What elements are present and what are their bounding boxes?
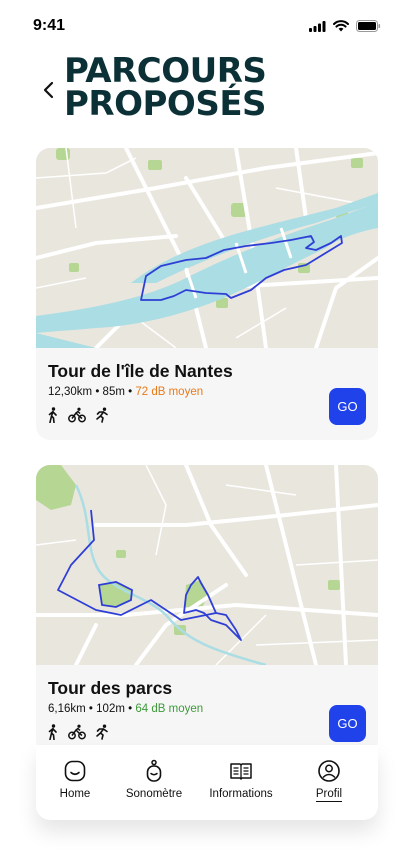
stat-separator: •: [128, 386, 133, 398]
signal-icon: [309, 20, 326, 32]
route-distance: 6,16km: [48, 703, 86, 715]
nav-item-sonometre[interactable]: Sonomètre: [114, 759, 194, 800]
route-map[interactable]: [36, 148, 378, 348]
route-noise: 72 dB moyen: [135, 386, 204, 398]
route-elevation: 102m: [96, 703, 125, 715]
status-bar: 9:41: [0, 0, 415, 52]
running-icon: [96, 407, 108, 423]
route-distance: 12,30km: [48, 386, 93, 398]
cycling-icon: [68, 724, 86, 740]
activity-list: [46, 724, 110, 740]
walking-icon: [48, 407, 57, 423]
nav-label: Home: [59, 788, 91, 800]
stat-separator: •: [88, 703, 93, 715]
route-elevation: 85m: [102, 386, 125, 398]
nav-item-home[interactable]: Home: [35, 759, 115, 800]
status-icons: [309, 20, 381, 32]
bottom-nav: Home Sonomètre Informations Profil: [36, 745, 378, 820]
route-noise: 64 dB moyen: [135, 703, 204, 715]
route-name: Tour des parcs: [48, 678, 173, 698]
battery-icon: [356, 20, 381, 32]
back-arrow-icon[interactable]: [40, 78, 60, 102]
running-icon: [96, 724, 108, 740]
route-map[interactable]: [36, 465, 378, 665]
route-card[interactable]: Tour des parcs 6,16km • 102m • 64 dB moy…: [36, 465, 378, 755]
route-name: Tour de l'île de Nantes: [48, 361, 233, 381]
route-stats: 6,16km • 102m • 64 dB moyen: [48, 703, 203, 715]
activity-list: [46, 407, 110, 423]
nav-label: Informations: [209, 788, 273, 800]
stat-separator: •: [95, 386, 100, 398]
stat-separator: •: [128, 703, 133, 715]
route-card[interactable]: Tour de l'île de Nantes 12,30km • 85m • …: [36, 148, 378, 440]
nav-label: Profil: [315, 788, 343, 802]
go-button[interactable]: GO: [329, 705, 366, 742]
cycling-icon: [68, 407, 86, 423]
home-icon: [64, 760, 86, 782]
nav-item-profil[interactable]: Profil: [289, 759, 369, 802]
profile-icon: [318, 760, 340, 782]
sonometer-icon: [146, 759, 162, 782]
wifi-icon: [333, 20, 349, 32]
nav-item-informations[interactable]: Informations: [201, 759, 281, 800]
walking-icon: [48, 724, 57, 740]
nav-label: Sonomètre: [125, 788, 183, 800]
go-button[interactable]: GO: [329, 388, 366, 425]
route-stats: 12,30km • 85m • 72 dB moyen: [48, 386, 203, 398]
status-time: 9:41: [33, 17, 66, 34]
page-title: PARCOURS PROPOSÉS: [64, 54, 267, 124]
page-title-line-2: PROPOSÉS: [64, 84, 267, 124]
book-icon: [230, 763, 252, 780]
